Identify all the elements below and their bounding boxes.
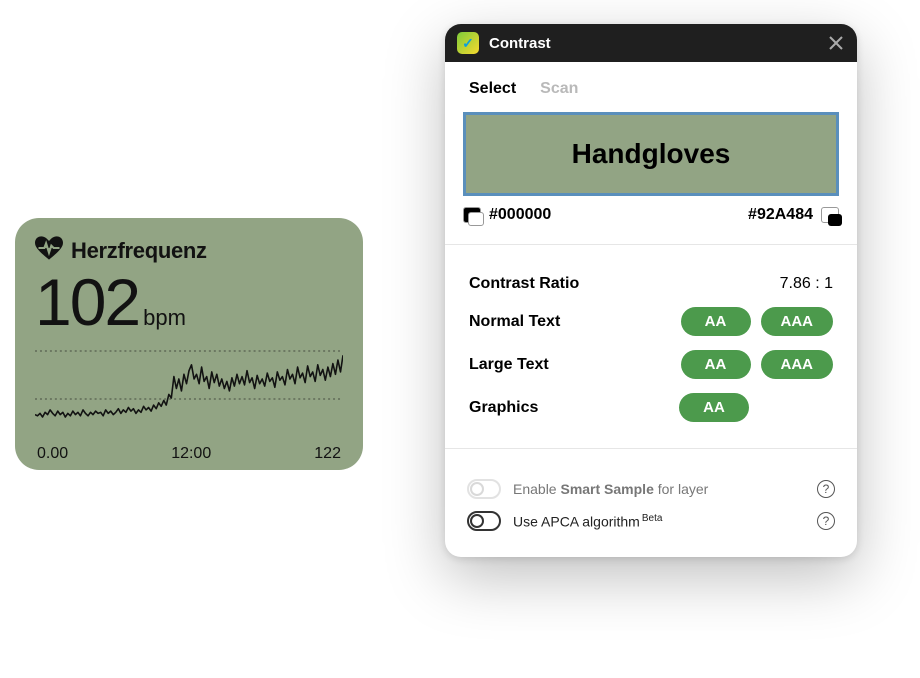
apca-row: Use APCA algorithmBeta ? <box>467 511 835 531</box>
large-aaa-badge: AAA <box>761 350 834 379</box>
close-button[interactable] <box>827 34 845 52</box>
ratio-row: Contrast Ratio 7.86 : 1 <box>469 275 833 293</box>
ratio-label: Contrast Ratio <box>469 275 579 293</box>
heart-rate-unit: bpm <box>143 305 186 331</box>
smart-sample-help[interactable]: ? <box>817 480 835 498</box>
normal-aa-badge: AA <box>681 307 751 336</box>
ratio-value: 7.86 : 1 <box>780 275 833 293</box>
axis-end: 122 <box>314 445 341 463</box>
foreground-chip-icon <box>463 207 481 223</box>
foreground-color[interactable]: #000000 <box>463 206 551 224</box>
large-text-row: Large Text AA AAA <box>469 350 833 379</box>
foreground-hex: #000000 <box>489 206 551 224</box>
swatch-area: Handgloves #000000 #92A484 <box>445 106 857 236</box>
divider <box>445 244 857 245</box>
axis-mid: 12:00 <box>171 445 211 463</box>
tab-scan[interactable]: Scan <box>540 80 578 98</box>
graphics-row: Graphics AA <box>469 393 833 422</box>
large-text-label: Large Text <box>469 356 549 374</box>
heart-rate-title: Herzfrequenz <box>71 238 207 264</box>
normal-text-label: Normal Text <box>469 313 560 331</box>
heart-rate-value-row: 102 bpm <box>35 269 343 335</box>
normal-aaa-badge: AAA <box>761 307 834 336</box>
sample-swatch[interactable]: Handgloves <box>463 112 839 196</box>
apca-toggle[interactable] <box>467 511 501 531</box>
graphics-label: Graphics <box>469 399 538 417</box>
panel-titlebar[interactable]: ✓ Contrast <box>445 24 857 62</box>
smart-sample-label: Enable Smart Sample for layer <box>513 481 805 497</box>
axis-start: 0.00 <box>37 445 68 463</box>
heart-rate-chart <box>35 341 343 436</box>
app-icon: ✓ <box>457 32 479 54</box>
background-color[interactable]: #92A484 <box>748 206 839 224</box>
heart-rate-axis: 0.00 12:00 122 <box>35 445 343 463</box>
sample-text: Handgloves <box>572 138 731 170</box>
graphics-aa-badge: AA <box>679 393 749 422</box>
smart-sample-row: Enable Smart Sample for layer ? <box>467 479 835 499</box>
normal-text-row: Normal Text AA AAA <box>469 307 833 336</box>
background-hex: #92A484 <box>748 206 813 224</box>
heart-icon <box>35 236 63 265</box>
heart-rate-card: Herzfrequenz 102 bpm 0.00 12:00 122 <box>15 218 363 470</box>
close-icon <box>829 36 843 50</box>
panel-title: Contrast <box>489 35 817 52</box>
options: Enable Smart Sample for layer ? Use APCA… <box>445 457 857 547</box>
heart-rate-header: Herzfrequenz <box>35 236 343 265</box>
apca-help[interactable]: ? <box>817 512 835 530</box>
background-chip-icon <box>821 207 839 223</box>
heart-rate-value: 102 <box>35 269 139 335</box>
color-row: #000000 #92A484 <box>463 206 839 224</box>
results: Contrast Ratio 7.86 : 1 Normal Text AA A… <box>445 253 857 440</box>
large-aa-badge: AA <box>681 350 751 379</box>
tab-select[interactable]: Select <box>469 80 516 98</box>
apca-label: Use APCA algorithmBeta <box>513 513 805 530</box>
smart-sample-toggle[interactable] <box>467 479 501 499</box>
divider <box>445 448 857 449</box>
tabs: Select Scan <box>445 62 857 106</box>
contrast-panel: ✓ Contrast Select Scan Handgloves #00000… <box>445 24 857 557</box>
